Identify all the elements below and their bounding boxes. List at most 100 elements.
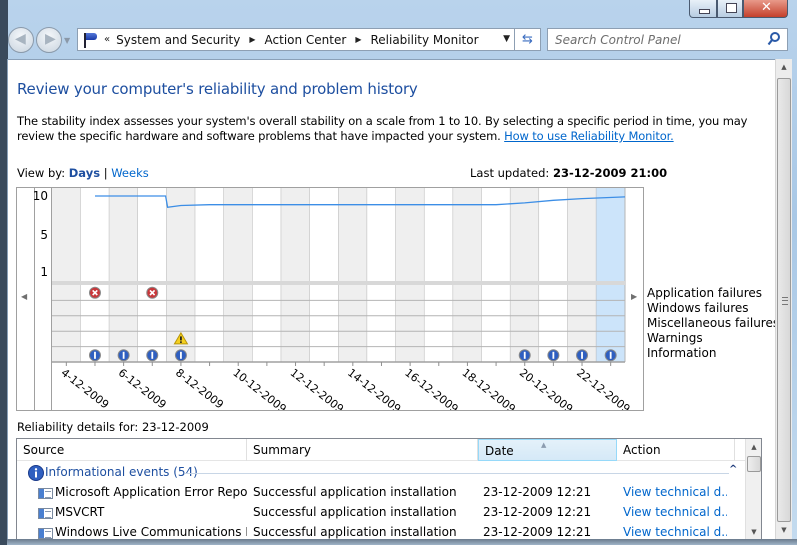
chart-scroll-left[interactable]: ◀ xyxy=(16,187,35,411)
x-tick-label: 22-12-2009 xyxy=(574,366,632,410)
chart-plot-area[interactable]: 4-12-2009 6-12-2009 8-12-2009 10-12-200912-… xyxy=(52,188,632,410)
legend-application-failures: Application failures xyxy=(647,286,763,300)
scroll-down-icon[interactable]: ▼ xyxy=(776,522,792,539)
row-summary: Successful application installation xyxy=(253,525,457,539)
day-column[interactable] xyxy=(137,188,167,362)
x-tick-label: 18-12-2009 xyxy=(460,366,518,410)
day-column[interactable] xyxy=(52,188,81,362)
help-link[interactable]: How to use Reliability Monitor. xyxy=(504,129,674,143)
day-column[interactable] xyxy=(281,188,310,362)
close-icon: ✕ xyxy=(761,0,772,15)
address-bar[interactable]: « System and Security ▶ Action Center ▶ … xyxy=(77,28,515,51)
view-technical-details-link[interactable]: View technical d... xyxy=(623,485,727,499)
day-column[interactable] xyxy=(539,188,568,362)
chart-legend: Application failures Windows failures Mi… xyxy=(647,286,779,361)
view-by-separator: | xyxy=(103,166,108,180)
scroll-up-icon[interactable]: ▲ xyxy=(746,439,761,456)
legend-windows-failures: Windows failures xyxy=(647,301,749,315)
recent-pages-dropdown[interactable]: ▼ xyxy=(64,36,70,45)
page-description: The stability index assesses your system… xyxy=(17,114,752,144)
last-updated-label: Last updated: xyxy=(470,166,550,180)
day-column[interactable] xyxy=(252,188,282,362)
group-label: Informational events (54) xyxy=(45,465,198,479)
day-column[interactable] xyxy=(596,188,625,362)
day-column[interactable] xyxy=(567,188,597,362)
grid-scrollbar[interactable]: ▲ ▼ xyxy=(745,439,761,541)
row-date: 23-12-2009 12:21 xyxy=(483,505,592,519)
grid-header: Source Summary ▲ Date Action xyxy=(17,439,745,461)
address-dropdown-icon[interactable]: ▼ xyxy=(503,34,510,44)
legend-warnings: Warnings xyxy=(647,331,703,345)
error-icon xyxy=(88,286,101,299)
group-informational-events[interactable]: Informational events (54) ^ xyxy=(17,463,745,483)
details-grid: Source Summary ▲ Date Action Informationa… xyxy=(16,438,762,542)
close-button[interactable]: ✕ xyxy=(743,0,788,18)
section-divider xyxy=(52,281,625,285)
action-center-flag-icon xyxy=(82,32,100,48)
information-icon xyxy=(28,465,44,481)
y-tick-1: 1 xyxy=(40,265,48,279)
information-icon xyxy=(604,349,617,362)
x-tick-label: 12-12-2009 xyxy=(288,366,346,410)
chevron-right-icon: ▶ xyxy=(631,292,638,301)
day-column[interactable] xyxy=(367,188,396,362)
day-column[interactable] xyxy=(80,188,110,362)
collapse-group-icon[interactable]: ^ xyxy=(729,464,737,475)
day-column[interactable] xyxy=(309,188,339,362)
day-column[interactable] xyxy=(338,188,368,362)
information-icon xyxy=(576,349,589,362)
day-column[interactable] xyxy=(109,188,138,362)
scroll-up-icon[interactable]: ▲ xyxy=(776,59,792,76)
information-icon xyxy=(146,349,159,362)
view-by-weeks[interactable]: Weeks xyxy=(111,166,149,180)
day-column[interactable] xyxy=(453,188,482,362)
information-icon xyxy=(88,349,101,362)
search-icon[interactable] xyxy=(767,31,781,47)
column-summary[interactable]: Summary xyxy=(247,439,478,461)
row-summary: Successful application installation xyxy=(253,505,457,519)
column-source[interactable]: Source xyxy=(17,439,247,461)
refresh-button[interactable]: ⇆ xyxy=(515,28,541,51)
search-input[interactable] xyxy=(548,29,758,50)
breadcrumb-separator-icon[interactable]: ▶ xyxy=(249,35,255,44)
table-row[interactable]: MSVCRT Successful application installati… xyxy=(17,503,745,523)
group-divider xyxy=(185,473,729,474)
maximize-button[interactable] xyxy=(717,0,743,18)
back-button[interactable] xyxy=(8,27,34,53)
page-scroll-thumb[interactable] xyxy=(777,78,791,522)
column-date[interactable]: ▲ Date xyxy=(478,439,617,461)
view-technical-details-link[interactable]: View technical d... xyxy=(623,505,727,519)
last-updated-value: 23-12-2009 21:00 xyxy=(552,166,668,180)
page-scrollbar[interactable]: ▲ ▼ xyxy=(775,59,792,539)
minimize-button[interactable] xyxy=(689,0,717,18)
day-column[interactable] xyxy=(481,188,511,362)
column-date-label: Date xyxy=(485,444,514,458)
day-column[interactable] xyxy=(424,188,454,362)
day-column[interactable] xyxy=(223,188,253,362)
breadcrumb-reliability-monitor[interactable]: Reliability Monitor xyxy=(370,33,478,47)
day-column[interactable] xyxy=(510,188,540,362)
day-column[interactable] xyxy=(395,188,425,362)
view-by-days[interactable]: Days xyxy=(69,166,100,180)
y-tick-5: 5 xyxy=(40,228,48,242)
grip-icon xyxy=(782,297,788,305)
breadcrumb-overflow-icon[interactable]: « xyxy=(104,34,110,45)
breadcrumb-action-center[interactable]: Action Center xyxy=(265,33,347,47)
page-title: Review your computer's reliability and p… xyxy=(17,80,418,98)
grid-scroll-thumb[interactable] xyxy=(747,456,761,472)
table-row[interactable]: Microsoft Application Error Report... Su… xyxy=(17,483,745,503)
details-label: Reliability details for: 23-12-2009 xyxy=(17,420,209,434)
legend-miscellaneous-failures: Miscellaneous failures xyxy=(647,316,780,330)
forward-button[interactable] xyxy=(36,27,62,53)
sort-ascending-icon: ▲ xyxy=(541,441,547,449)
view-technical-details-link[interactable]: View technical d... xyxy=(623,525,727,539)
breadcrumb-system-and-security[interactable]: System and Security xyxy=(116,33,240,47)
app-event-icon xyxy=(38,488,53,499)
information-icon xyxy=(117,349,130,362)
chart-scroll-right[interactable]: ▶ xyxy=(631,292,637,301)
x-tick-label: 6-12-2009 xyxy=(116,366,169,410)
search-box[interactable] xyxy=(547,28,788,51)
breadcrumb-separator-icon[interactable]: ▶ xyxy=(355,35,361,44)
day-column[interactable] xyxy=(195,188,224,362)
column-action[interactable]: Action xyxy=(617,439,735,461)
